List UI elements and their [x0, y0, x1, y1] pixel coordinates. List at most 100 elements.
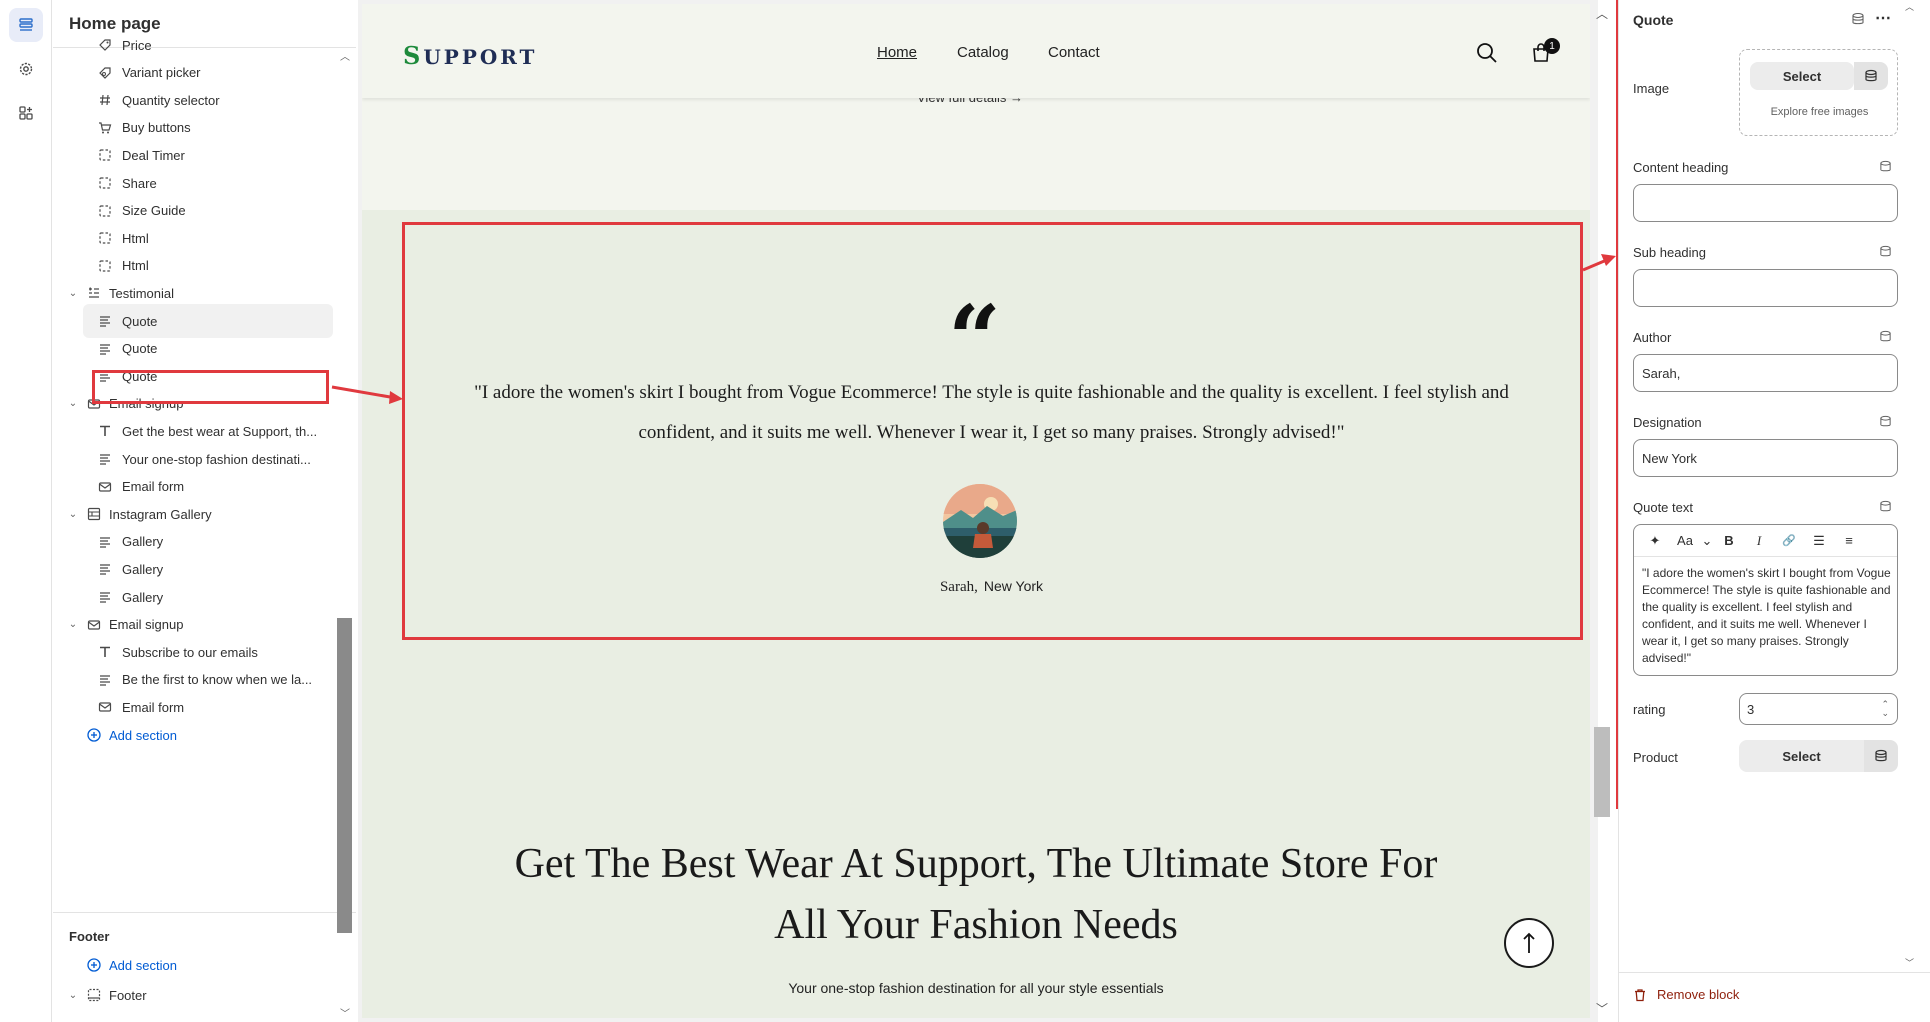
dynamic-source-icon[interactable] [1879, 500, 1893, 514]
scroll-up-icon[interactable]: ︿ [1905, 0, 1914, 13]
sidebar-scrollbar[interactable] [337, 618, 352, 933]
store-logo[interactable]: SUPPORT [403, 41, 537, 70]
sidebar-item-label: Subscribe to our emails [122, 644, 258, 660]
text-lines-icon [97, 589, 113, 605]
plus-circle-icon [86, 957, 102, 973]
add-section-button[interactable]: Add section [53, 718, 336, 752]
nav-catalog[interactable]: Catalog [957, 44, 1009, 61]
panel-title: Quote [1633, 12, 1674, 28]
scroll-down-icon[interactable]: ﹀ [1905, 956, 1914, 969]
sidebar-item-label: Footer [109, 987, 147, 1003]
sidebar: Home page Price Variant picker Quantity se… [53, 0, 356, 1022]
sidebar-item-label: Price [122, 37, 152, 53]
explore-free-images-link[interactable]: Explore free images [1740, 106, 1899, 118]
dynamic-source-icon[interactable] [1879, 245, 1893, 259]
add-section-label: Add section [109, 957, 177, 973]
block-settings-panel: Quote ⋯ ︿ Image Select Explore free imag… [1618, 0, 1930, 1022]
gear-icon[interactable] [9, 52, 43, 86]
preview-scrollbar[interactable] [1594, 727, 1610, 817]
text-lines-icon [97, 534, 113, 550]
scroll-down-icon[interactable]: ﹀ [1596, 1000, 1608, 1017]
numbered-list-icon[interactable]: ≡ [1834, 533, 1864, 548]
quote-text-content: "I adore the women's skirt I bought from… [1642, 566, 1891, 665]
hash-icon [97, 92, 113, 108]
dynamic-source-icon[interactable] [1879, 415, 1893, 429]
annotation-box-testimonial [402, 222, 1583, 640]
sidebar-item-label: Html [122, 230, 149, 246]
apps-icon[interactable] [9, 96, 43, 130]
sections-icon[interactable] [9, 8, 43, 42]
remove-block-button[interactable]: Remove block [1633, 987, 1739, 1002]
mail-icon [97, 479, 113, 495]
scroll-to-top-button[interactable] [1504, 918, 1554, 968]
chevron-down-icon[interactable]: ⌄ [67, 619, 79, 631]
sidebar-item-footer[interactable]: ⌄ Footer [53, 978, 336, 1012]
dynamic-source-icon[interactable] [1879, 160, 1893, 174]
dynamic-source-icon[interactable] [1864, 740, 1898, 772]
block-icon [97, 147, 113, 163]
chevron-down-icon[interactable]: ⌄ [67, 508, 79, 520]
sidebar-item-label: Share [122, 175, 157, 191]
content-heading-field[interactable] [1633, 184, 1898, 222]
stepper-arrows-icon[interactable]: ⌃ ⌄ [1881, 700, 1889, 718]
image-select-button[interactable]: Select [1750, 62, 1854, 90]
product-select-button[interactable]: Select [1739, 740, 1864, 772]
rating-stepper[interactable]: 3 ⌃ ⌄ [1739, 693, 1898, 725]
sidebar-item-label: Quantity selector [122, 92, 220, 108]
variant-icon [97, 65, 113, 81]
scroll-up-icon[interactable]: ︿ [340, 48, 350, 63]
mail-icon [86, 617, 102, 633]
chevron-down-icon[interactable]: ⌄ [1700, 533, 1714, 549]
sidebar-item-label: Buy buttons [122, 120, 191, 136]
text-style-button[interactable]: Aa [1670, 533, 1700, 548]
sidebar-item-label: Your one-stop fashion destinati... [122, 451, 311, 467]
image-picker: Select Explore free images [1739, 49, 1898, 136]
nav-home[interactable]: Home [877, 44, 917, 61]
type-icon [97, 644, 113, 660]
block-icon [97, 258, 113, 274]
footer-section-icon [86, 987, 102, 1003]
more-options-icon[interactable]: ⋯ [1875, 8, 1891, 28]
sidebar-item-label: Size Guide [122, 203, 186, 219]
bold-button[interactable]: B [1714, 533, 1744, 548]
author-field[interactable]: Sarah, [1633, 354, 1898, 392]
text-lines-icon [97, 313, 113, 329]
product-label: Product [1633, 750, 1678, 765]
chevron-down-icon[interactable]: ⌄ [67, 398, 79, 410]
scroll-up-icon[interactable]: ︿ [1596, 5, 1608, 22]
designation-field[interactable]: New York [1633, 439, 1898, 477]
chevron-down-icon[interactable]: ⌄ [67, 989, 79, 1001]
search-icon[interactable] [1476, 42, 1498, 69]
scroll-down-icon[interactable]: ﹀ [340, 1005, 350, 1020]
quote-text-editor[interactable]: ✦ Aa ⌄ B I 🔗 ☰ ≡ "I adore the women's sk… [1633, 524, 1898, 676]
sidebar-item-label: Deal Timer [122, 147, 185, 163]
store-header: SUPPORT Home Catalog Contact 1 [362, 4, 1590, 98]
sidebar-item-label: Variant picker [122, 65, 201, 81]
ai-sparkle-icon[interactable]: ✦ [1640, 533, 1670, 549]
sidebar-item-label: Quote [122, 341, 158, 357]
sidebar-item-label: Be the first to know when we la... [122, 672, 313, 688]
italic-button[interactable]: I [1744, 533, 1774, 549]
dynamic-source-icon[interactable] [1879, 330, 1893, 344]
nav-contact[interactable]: Contact [1048, 44, 1100, 61]
rating-value: 3 [1747, 701, 1755, 717]
product-band [362, 98, 1590, 210]
arrow-up-icon [1523, 932, 1535, 953]
bullet-list-icon[interactable]: ☰ [1804, 533, 1834, 549]
text-lines-icon [97, 672, 113, 688]
quote-text-label: Quote text [1633, 500, 1693, 515]
footer-add-section-button[interactable]: Add section [53, 948, 336, 982]
chevron-down-icon[interactable]: ⌄ [67, 287, 79, 299]
sidebar-item-label: Gallery [122, 534, 164, 550]
annotation-box-sidebar-quote [92, 370, 329, 404]
sidebar-item-label: Testimonial [109, 285, 175, 301]
price-icon [97, 37, 113, 53]
dynamic-source-icon[interactable] [1854, 62, 1888, 90]
mail-icon [97, 699, 113, 715]
dynamic-source-icon[interactable] [1851, 12, 1865, 31]
icon-rail [0, 0, 52, 1022]
link-icon[interactable]: 🔗 [1774, 534, 1804, 547]
sub-heading-field[interactable] [1633, 269, 1898, 307]
divider [1619, 972, 1930, 973]
gallery-icon [86, 506, 102, 522]
